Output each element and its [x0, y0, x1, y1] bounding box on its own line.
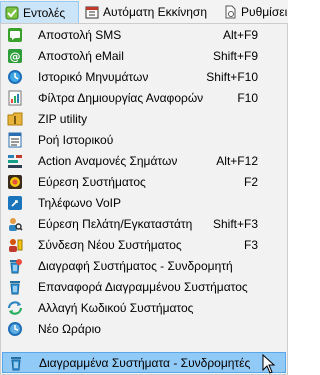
mouse-cursor-icon — [262, 354, 276, 374]
history-icon — [7, 69, 23, 85]
action-queue-icon — [7, 153, 23, 169]
zip-icon — [7, 111, 23, 127]
menu-item-send-email[interactable]: @ Αποστολή eMail Shift+F9 — [2, 46, 286, 67]
menu-item-message-history[interactable]: Ιστορικό Μηνυμάτων Shift+F10 — [2, 67, 286, 88]
commands-dropdown: Αποστολή SMS Alt+F9 @ Αποστολή eMail Shi… — [0, 23, 288, 375]
menu-bar: Εντολές Αυτόματη Εκκίνηση Ρυθμίσει — [0, 0, 288, 24]
menu-item-zip-utility[interactable]: ZIP utility — [2, 109, 286, 130]
menu-item-new-schedule[interactable]: Νέο Ωράριο — [2, 319, 286, 340]
menu-item-send-sms[interactable]: Αποστολή SMS Alt+F9 — [2, 25, 286, 46]
menu-item-find-system[interactable]: Εύρεση Συστήματος F2 — [2, 172, 286, 193]
menu-item-deleted-systems[interactable]: Διαγραμμένα Συστήματα - Συνδρομητές — [2, 352, 286, 373]
menu-item-action-queue[interactable]: Action Αναμονές Σημάτων Alt+F12 — [2, 151, 286, 172]
menu-item-find-customer[interactable]: Εύρεση Πελάτη/Εγκαταστάτη Shift+F3 — [2, 214, 286, 235]
menu-commands[interactable]: Εντολές — [0, 1, 79, 24]
change-code-icon — [7, 300, 23, 316]
settings-doc-icon — [223, 5, 237, 19]
menu-item-restore-system[interactable]: Επαναφορά Διαγραμμένου Συστήματος — [2, 277, 286, 298]
history-flow-icon — [7, 132, 23, 148]
menu-item-change-system-code[interactable]: Αλλαγή Κωδικού Συστήματος — [2, 298, 286, 319]
email-icon: @ — [7, 48, 23, 64]
delete-system-icon — [7, 258, 23, 274]
find-customer-icon — [7, 216, 23, 232]
menu-autostart[interactable]: Αυτόματη Εκκίνηση — [81, 1, 207, 23]
menu-settings-label: Ρυθμίσει — [241, 5, 288, 19]
menu-autostart-label: Αυτόματη Εκκίνηση — [103, 5, 208, 19]
calendar-icon — [85, 5, 99, 19]
menu-item-voip-phone[interactable]: Τηλέφωνο VoIP — [2, 193, 286, 214]
menu-item-connect-new-system[interactable]: Σύνδεση Νέου Συστήματος F3 — [2, 235, 286, 256]
menu-item-delete-system[interactable]: Διαγραφή Συστήματος - Συνδρομητή — [2, 256, 286, 277]
find-system-icon — [7, 174, 23, 190]
voip-icon — [7, 195, 23, 211]
schedule-icon — [7, 321, 23, 337]
restore-system-icon — [7, 279, 23, 295]
svg-text:@: @ — [10, 50, 21, 63]
menu-commands-label: Εντολές — [23, 6, 66, 20]
commands-icon — [5, 6, 19, 20]
sms-icon — [7, 27, 23, 43]
report-filter-icon — [7, 90, 23, 106]
connect-system-icon — [7, 237, 23, 253]
menu-item-history-flow[interactable]: Ροή Ιστορικού — [2, 130, 286, 151]
menu-item-report-filters[interactable]: Φίλτρα Δημιουργίας Αναφορών F10 — [2, 88, 286, 109]
menu-settings[interactable]: Ρυθμίσει — [219, 1, 288, 23]
deleted-systems-icon — [8, 355, 24, 371]
